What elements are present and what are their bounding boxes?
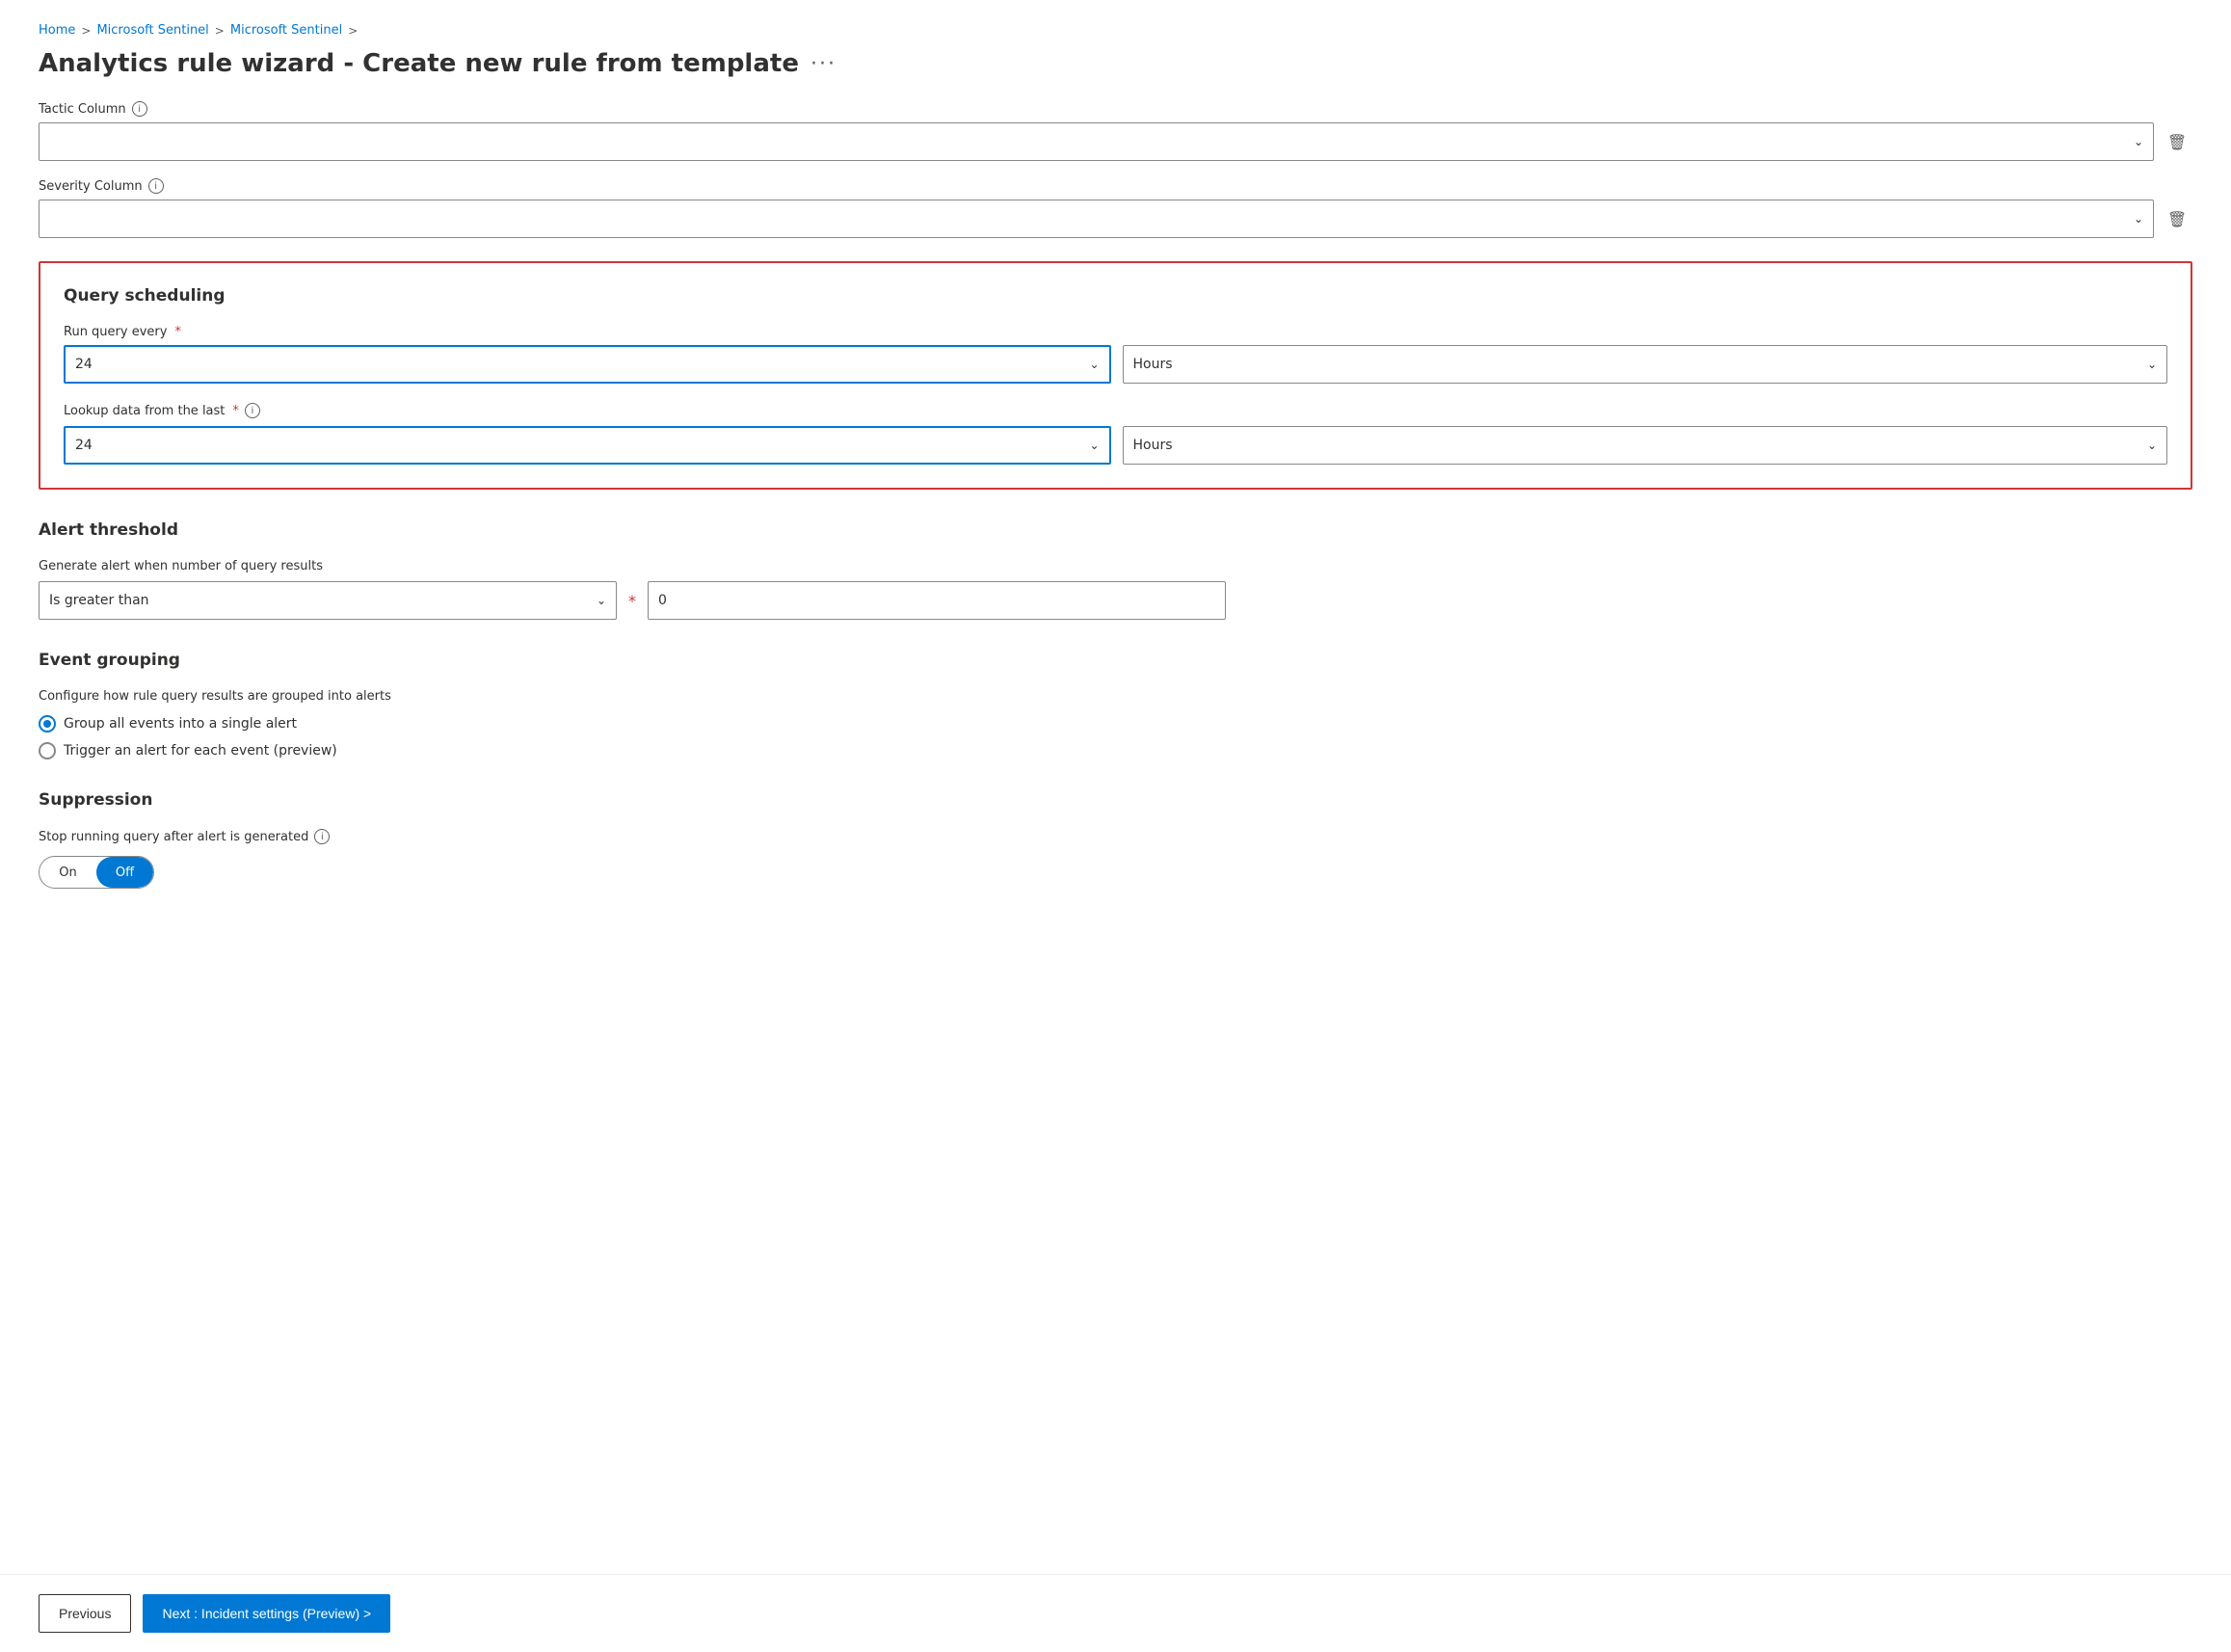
toggle-off-option[interactable]: Off [96, 857, 153, 888]
severity-column-arrow: ⌄ [2134, 212, 2143, 226]
radio-trigger-each[interactable]: Trigger an alert for each event (preview… [39, 742, 2192, 759]
run-query-required: * [174, 325, 181, 339]
severity-column-label: Severity Column i [39, 178, 2192, 194]
tactic-column-label: Tactic Column i [39, 101, 2192, 117]
event-grouping-description: Configure how rule query results are gro… [39, 689, 2192, 704]
severity-column-group: Severity Column i ⌄ 🗑 [39, 178, 2192, 238]
tactic-column-dropdown[interactable]: ⌄ [39, 122, 2154, 161]
lookup-unit-value: Hours [1133, 438, 1173, 453]
severity-column-dropdown[interactable]: ⌄ [39, 200, 2154, 238]
threshold-condition-dropdown[interactable]: Is greater than ⌄ [39, 581, 617, 620]
run-query-number-arrow: ⌄ [1089, 358, 1099, 371]
threshold-value: 0 [658, 593, 667, 608]
run-query-group: Run query every * 24 ⌄ Hours ⌄ [64, 325, 2167, 384]
suppression-label: Stop running query after alert is genera… [39, 829, 2192, 844]
lookup-number-dropdown[interactable]: 24 ⌄ [64, 426, 1111, 465]
tactic-column-delete-icon[interactable]: 🗑 [2162, 126, 2192, 157]
suppression-info-icon[interactable]: i [314, 829, 330, 844]
threshold-label: Generate alert when number of query resu… [39, 559, 2192, 573]
breadcrumb-home[interactable]: Home [39, 23, 75, 38]
main-content: Tactic Column i ⌄ 🗑 Severity Column i [0, 101, 2231, 1574]
threshold-condition-value: Is greater than [49, 593, 149, 608]
run-query-label: Run query every * [64, 325, 2167, 339]
radio-label-group-all: Group all events into a single alert [64, 716, 297, 732]
lookup-unit-dropdown[interactable]: Hours ⌄ [1123, 426, 2168, 465]
suppression-toggle[interactable]: On Off [39, 856, 154, 889]
page-title-row: Analytics rule wizard - Create new rule … [0, 45, 2231, 101]
lookup-unit-arrow: ⌄ [2147, 439, 2157, 452]
run-query-unit-arrow: ⌄ [2147, 358, 2157, 371]
breadcrumb-sentinel-2[interactable]: Microsoft Sentinel [230, 23, 342, 38]
suppression-section: Suppression Stop running query after ale… [39, 790, 2192, 889]
lookup-number-arrow: ⌄ [1089, 439, 1099, 452]
radio-circle-trigger-each [39, 742, 56, 759]
tactic-column-arrow: ⌄ [2134, 135, 2143, 148]
radio-circle-group-all [39, 715, 56, 733]
run-query-unit-value: Hours [1133, 357, 1173, 372]
lookup-number-value: 24 [75, 438, 93, 453]
query-scheduling-section: Query scheduling Run query every * 24 ⌄ … [39, 261, 2192, 490]
page-title: Analytics rule wizard - Create new rule … [39, 49, 799, 78]
severity-column-info-icon[interactable]: i [148, 178, 164, 194]
threshold-value-required: * [628, 592, 636, 610]
next-button[interactable]: Next : Incident settings (Preview) > [143, 1594, 390, 1633]
lookup-group: Lookup data from the last * i 24 ⌄ Hours… [64, 403, 2167, 465]
run-query-number-value: 24 [75, 357, 93, 372]
threshold-value-input[interactable]: 0 [648, 581, 1226, 620]
more-options-icon[interactable]: ··· [810, 52, 837, 76]
radio-label-trigger-each: Trigger an alert for each event (preview… [64, 743, 337, 759]
tactic-column-info-icon[interactable]: i [132, 101, 147, 117]
run-query-unit-dropdown[interactable]: Hours ⌄ [1123, 345, 2168, 384]
lookup-label: Lookup data from the last * i [64, 403, 2167, 418]
alert-threshold-section: Alert threshold Generate alert when numb… [39, 520, 2192, 620]
threshold-condition-arrow: ⌄ [597, 594, 606, 607]
breadcrumb-sep-3: > [348, 24, 358, 38]
event-grouping-title: Event grouping [39, 651, 2192, 670]
severity-column-row: ⌄ 🗑 [39, 200, 2192, 238]
tactic-column-row: ⌄ 🗑 [39, 122, 2192, 161]
suppression-section-title: Suppression [39, 790, 2192, 810]
run-query-number-dropdown[interactable]: 24 ⌄ [64, 345, 1111, 384]
run-query-row: 24 ⌄ Hours ⌄ [64, 345, 2167, 384]
scheduling-section-title: Query scheduling [64, 286, 2167, 306]
threshold-section-title: Alert threshold [39, 520, 2192, 540]
tactic-column-group: Tactic Column i ⌄ 🗑 [39, 101, 2192, 161]
breadcrumb: Home > Microsoft Sentinel > Microsoft Se… [0, 0, 2231, 45]
event-grouping-section: Event grouping Configure how rule query … [39, 651, 2192, 759]
toggle-on-option[interactable]: On [40, 857, 96, 888]
lookup-info-icon[interactable]: i [245, 403, 260, 418]
severity-column-delete-icon[interactable]: 🗑 [2162, 203, 2192, 234]
radio-dot-group-all [43, 720, 51, 728]
breadcrumb-sep-2: > [215, 24, 225, 38]
footer: Previous Next : Incident settings (Previ… [0, 1574, 2231, 1652]
previous-button[interactable]: Previous [39, 1594, 131, 1633]
threshold-row: Is greater than ⌄ * 0 [39, 581, 2192, 620]
lookup-row: 24 ⌄ Hours ⌄ [64, 426, 2167, 465]
page-wrapper: Home > Microsoft Sentinel > Microsoft Se… [0, 0, 2231, 1652]
lookup-required: * [232, 404, 239, 418]
breadcrumb-sentinel-1[interactable]: Microsoft Sentinel [96, 23, 208, 38]
radio-group-all[interactable]: Group all events into a single alert [39, 715, 2192, 733]
top-fields: Tactic Column i ⌄ 🗑 Severity Column i [39, 101, 2192, 238]
breadcrumb-sep-1: > [81, 24, 91, 38]
